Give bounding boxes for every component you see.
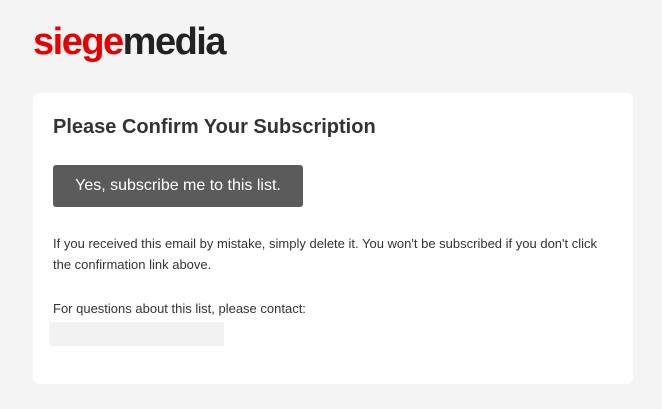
- confirmation-card: Please Confirm Your Subscription Yes, su…: [33, 93, 633, 384]
- mistake-notice-text: If you received this email by mistake, s…: [53, 236, 598, 272]
- contact-email-placeholder: [49, 322, 224, 346]
- subscribe-confirm-button[interactable]: Yes, subscribe me to this list.: [53, 165, 303, 207]
- logo-media-text: media: [122, 21, 227, 63]
- logo-siege-text: siege: [33, 21, 124, 63]
- email-page: siegemedia Please Confirm Your Subscript…: [0, 0, 662, 409]
- siegemedia-logo: siegemedia: [33, 20, 227, 64]
- contact-label: For questions about this list, please co…: [53, 301, 306, 316]
- page-title: Please Confirm Your Subscription: [53, 116, 376, 138]
